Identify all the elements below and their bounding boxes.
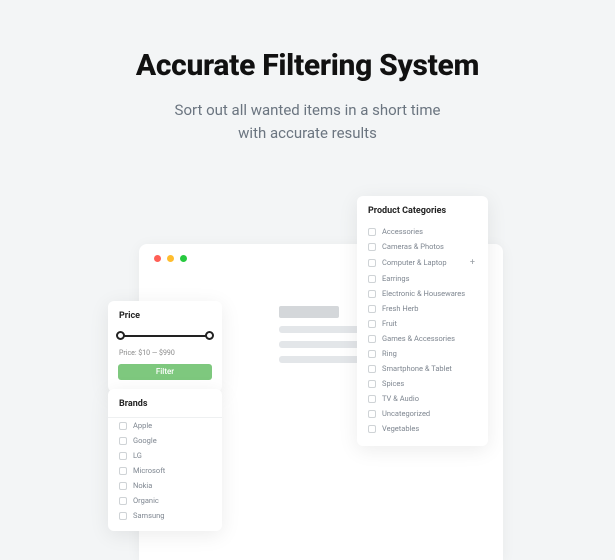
brand-item[interactable]: Apple: [108, 418, 222, 433]
category-label: Uncategorized: [382, 410, 430, 418]
category-item[interactable]: Earrings: [357, 271, 488, 286]
category-item[interactable]: Ring: [357, 346, 488, 361]
page-title: Accurate Filtering System: [0, 48, 615, 83]
category-label: Fruit: [382, 320, 397, 328]
checkbox-icon[interactable]: [368, 305, 376, 313]
checkbox-icon[interactable]: [368, 275, 376, 283]
checkbox-icon[interactable]: [119, 452, 127, 460]
category-label: Cameras & Photos: [382, 243, 444, 251]
checkbox-icon[interactable]: [368, 425, 376, 433]
category-item[interactable]: Games & Accessories: [357, 331, 488, 346]
slider-rail: [118, 335, 212, 337]
brand-item[interactable]: Google: [108, 433, 222, 448]
category-label: Accessories: [382, 228, 423, 236]
checkbox-icon[interactable]: [368, 320, 376, 328]
slider-handle-min[interactable]: [116, 331, 125, 340]
category-item[interactable]: Electronic & Housewares: [357, 286, 488, 301]
brand-label: Nokia: [133, 482, 152, 490]
expand-icon[interactable]: +: [470, 258, 477, 268]
brand-item[interactable]: Microsoft: [108, 463, 222, 478]
category-item[interactable]: TV & Audio: [357, 391, 488, 406]
brand-item[interactable]: LG: [108, 448, 222, 463]
price-slider[interactable]: [118, 329, 212, 343]
brands-list: Apple Google LG Microsoft Nokia Organic Samsun…: [108, 418, 222, 523]
slider-handle-max[interactable]: [205, 331, 214, 340]
brand-label: Organic: [133, 497, 159, 505]
category-label: Fresh Herb: [382, 305, 418, 313]
category-label: Computer & Laptop: [382, 259, 447, 267]
checkbox-icon[interactable]: [119, 482, 127, 490]
checkbox-icon[interactable]: [119, 422, 127, 430]
brand-item[interactable]: Organic: [108, 493, 222, 508]
minimize-icon[interactable]: [167, 255, 174, 262]
brand-label: Samsung: [133, 512, 164, 520]
close-icon[interactable]: [154, 255, 161, 262]
checkbox-icon[interactable]: [368, 365, 376, 373]
category-label: Vegetables: [382, 425, 419, 433]
checkbox-icon[interactable]: [119, 467, 127, 475]
category-item[interactable]: Smartphone & Tablet: [357, 361, 488, 376]
price-heading: Price: [108, 301, 222, 329]
checkbox-icon[interactable]: [119, 512, 127, 520]
category-item[interactable]: Accessories: [357, 224, 488, 239]
price-filter-card: Price Price: $10 — $990 Filter: [108, 301, 222, 392]
checkbox-icon[interactable]: [368, 228, 376, 236]
checkbox-icon[interactable]: [368, 380, 376, 388]
category-item[interactable]: Fresh Herb: [357, 301, 488, 316]
category-item[interactable]: Cameras & Photos: [357, 239, 488, 254]
checkbox-icon[interactable]: [368, 335, 376, 343]
filter-button[interactable]: Filter: [118, 364, 212, 380]
category-label: TV & Audio: [382, 395, 419, 403]
checkbox-icon[interactable]: [368, 350, 376, 358]
checkbox-icon[interactable]: [368, 410, 376, 418]
brand-label: LG: [133, 452, 142, 460]
category-item[interactable]: Fruit: [357, 316, 488, 331]
categories-list: Accessories Cameras & Photos Computer & La…: [357, 224, 488, 436]
categories-filter-card: Product Categories Accessories Cameras & …: [357, 196, 488, 446]
category-label: Games & Accessories: [382, 335, 455, 343]
brand-item[interactable]: Samsung: [108, 508, 222, 523]
brand-label: Google: [133, 437, 157, 445]
maximize-icon[interactable]: [180, 255, 187, 262]
page-subtitle: Sort out all wanted items in a short tim…: [0, 99, 615, 146]
category-label: Ring: [382, 350, 397, 358]
checkbox-icon[interactable]: [119, 437, 127, 445]
category-label: Smartphone & Tablet: [382, 365, 452, 373]
checkbox-icon[interactable]: [368, 259, 376, 267]
checkbox-icon[interactable]: [368, 395, 376, 403]
price-range-text: Price: $10 — $990: [108, 343, 222, 357]
category-label: Earrings: [382, 275, 409, 283]
category-item[interactable]: Uncategorized: [357, 406, 488, 421]
category-label: Spices: [382, 380, 404, 388]
brand-item[interactable]: Nokia: [108, 478, 222, 493]
subtitle-line2: with accurate results: [238, 124, 377, 142]
brands-filter-card: Brands Apple Google LG Microsoft Nokia Organi…: [108, 389, 222, 531]
subtitle-line1: Sort out all wanted items in a short tim…: [175, 101, 441, 119]
window-controls: [154, 255, 187, 262]
brands-heading: Brands: [108, 389, 222, 417]
brand-label: Apple: [133, 422, 152, 430]
checkbox-icon[interactable]: [368, 290, 376, 298]
brand-label: Microsoft: [133, 467, 165, 475]
category-item[interactable]: Vegetables: [357, 421, 488, 436]
category-item[interactable]: Spices: [357, 376, 488, 391]
category-label: Electronic & Housewares: [382, 290, 465, 298]
category-item[interactable]: Computer & Laptop +: [357, 254, 488, 271]
categories-heading: Product Categories: [357, 196, 488, 224]
checkbox-icon[interactable]: [368, 243, 376, 251]
checkbox-icon[interactable]: [119, 497, 127, 505]
skeleton-line: [279, 306, 339, 318]
